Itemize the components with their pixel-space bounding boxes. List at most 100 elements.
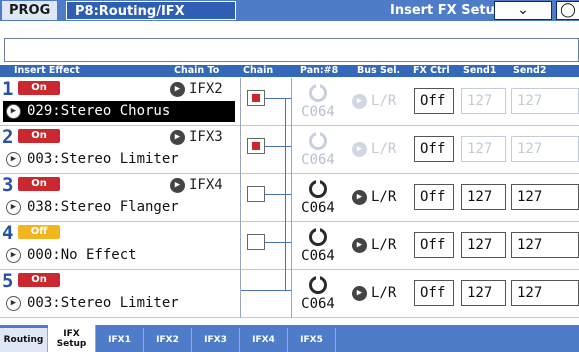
tab-ifx-setup[interactable]: IFX Setup [48,325,96,352]
play-arrow-icon: ▶ [352,189,367,205]
chain-column [240,78,292,318]
col-chain: Chain [243,65,274,76]
pan-value: C064 [301,296,335,312]
col-send1: Send1 [463,65,497,76]
page-tabs: Routing IFX Setup IFX1 IFX2 IFX3 IFX4 IFX… [0,325,579,352]
ifx-on-button[interactable]: On [18,81,60,95]
ifx-on-button[interactable]: Off [18,225,60,239]
fx-ctrl-field[interactable]: Off [414,184,454,210]
pan-control[interactable]: C064 [298,273,338,315]
chain-to-value: IFX2 [189,81,223,97]
chain-checkbox-2[interactable] [247,138,265,154]
chain-line [265,146,291,147]
knob-icon [309,276,327,294]
column-header: Insert Effect Chain To Chain Pan:#8 Bus … [0,65,579,77]
fx-ctrl-field[interactable]: Off [414,136,454,162]
ifx-number: 3 [2,174,14,196]
col-fx-ctrl: FX Ctrl [413,65,450,76]
play-arrow-icon: ▶ [352,237,367,253]
page-title[interactable]: P8:Routing/IFX [66,1,236,20]
play-arrow-icon: ▶ [6,151,21,167]
effect-name: 000:No Effect [27,247,137,263]
send2-field[interactable]: 127 [511,184,579,210]
send2-field[interactable]: 127 [511,88,579,114]
effect-select[interactable]: ▶ 038:Stereo Flanger [3,197,237,218]
fx-ctrl-field[interactable]: Off [414,280,454,306]
pan-control[interactable]: C064 [298,225,338,267]
play-arrow-icon: ▶ [170,81,185,97]
col-pan: Pan:#8 [300,65,339,76]
tab-ifx5[interactable]: IFX5 [288,328,336,352]
chain-checkbox-3[interactable] [247,186,265,202]
pan-value: C064 [301,248,335,264]
play-arrow-icon: ▶ [6,199,21,215]
send1-field[interactable]: 127 [461,88,506,114]
bus-value: L/R [371,93,397,109]
bus-select[interactable]: ▶ L/R [352,141,396,157]
chain-to-select[interactable]: ▶ IFX2 [170,80,223,98]
chain-line [265,194,291,195]
bus-select[interactable]: ▶ L/R [352,237,396,253]
utility-button[interactable]: ◯ [556,1,579,20]
chain-line [241,290,291,291]
col-insert-effect: Insert Effect [14,65,80,76]
knob-icon [309,180,327,198]
col-send2: Send2 [513,65,547,76]
chain-to-select[interactable]: ▶ IFX3 [170,128,223,146]
ifx-number: 1 [2,78,14,100]
play-arrow-icon: ▶ [6,247,21,263]
chain-to-value: IFX3 [189,129,223,145]
tab-ifx2[interactable]: IFX2 [144,328,192,352]
ifx-on-button[interactable]: On [18,273,60,287]
ifx-on-button[interactable]: On [18,129,60,143]
send2-field[interactable]: 127 [511,232,579,258]
ifx-number: 4 [2,222,14,244]
pan-control[interactable]: C064 [298,81,338,123]
chain-to-select[interactable]: ▶ IFX4 [170,176,223,194]
chain-checkbox-4[interactable] [247,234,265,250]
tab-routing[interactable]: Routing [0,328,48,352]
effect-select[interactable]: ▶ 029:Stereo Chorus [3,101,235,122]
mode-label: PROG [2,1,58,20]
send1-field[interactable]: 127 [461,136,506,162]
effect-select[interactable]: ▶ 003:Stereo Limiter [3,293,237,314]
tab-ifx-setup-label: IFX [63,329,80,339]
pan-value: C064 [301,200,335,216]
tab-ifx1[interactable]: IFX1 [96,328,144,352]
bus-select[interactable]: ▶ L/R [352,93,396,109]
send1-field[interactable]: 127 [461,232,506,258]
effect-select[interactable]: ▶ 000:No Effect [3,245,237,266]
program-name-field[interactable] [4,38,579,62]
tab-ifx4[interactable]: IFX4 [240,328,288,352]
send2-field[interactable]: 127 [511,136,579,162]
effect-select[interactable]: ▶ 003:Stereo Limiter [3,149,237,170]
bus-select[interactable]: ▶ L/R [352,189,396,205]
page-menu-button[interactable]: ⌄ [494,1,552,20]
chain-to-value: IFX4 [189,177,223,193]
tab-ifx3[interactable]: IFX3 [192,328,240,352]
send2-field[interactable]: 127 [511,280,579,306]
bus-value: L/R [371,189,397,205]
ifx-number: 2 [2,126,14,148]
bus-value: L/R [371,237,397,253]
pan-control[interactable]: C064 [298,177,338,219]
bus-select[interactable]: ▶ L/R [352,285,396,301]
effect-name: 038:Stereo Flanger [27,199,179,215]
title-bar: PROG P8:Routing/IFX Insert FX Setup ⌄ ◯ [0,0,579,21]
pan-control[interactable]: C064 [298,129,338,171]
pan-value: C064 [301,152,335,168]
chain-checkbox-1[interactable] [247,90,265,106]
section-title: Insert FX Setup [390,3,505,18]
chain-line [265,242,291,243]
ifx-on-button[interactable]: On [18,177,60,191]
play-arrow-icon: ▶ [352,93,367,109]
send1-field[interactable]: 127 [461,184,506,210]
tab-ifx-setup-label2: Setup [56,339,87,349]
effect-name: 003:Stereo Limiter [27,295,179,311]
effect-name: 029:Stereo Chorus [27,103,171,119]
fx-ctrl-field[interactable]: Off [414,88,454,114]
fx-ctrl-field[interactable]: Off [414,232,454,258]
bus-value: L/R [371,285,397,301]
chain-line [285,98,286,146]
send1-field[interactable]: 127 [461,280,506,306]
